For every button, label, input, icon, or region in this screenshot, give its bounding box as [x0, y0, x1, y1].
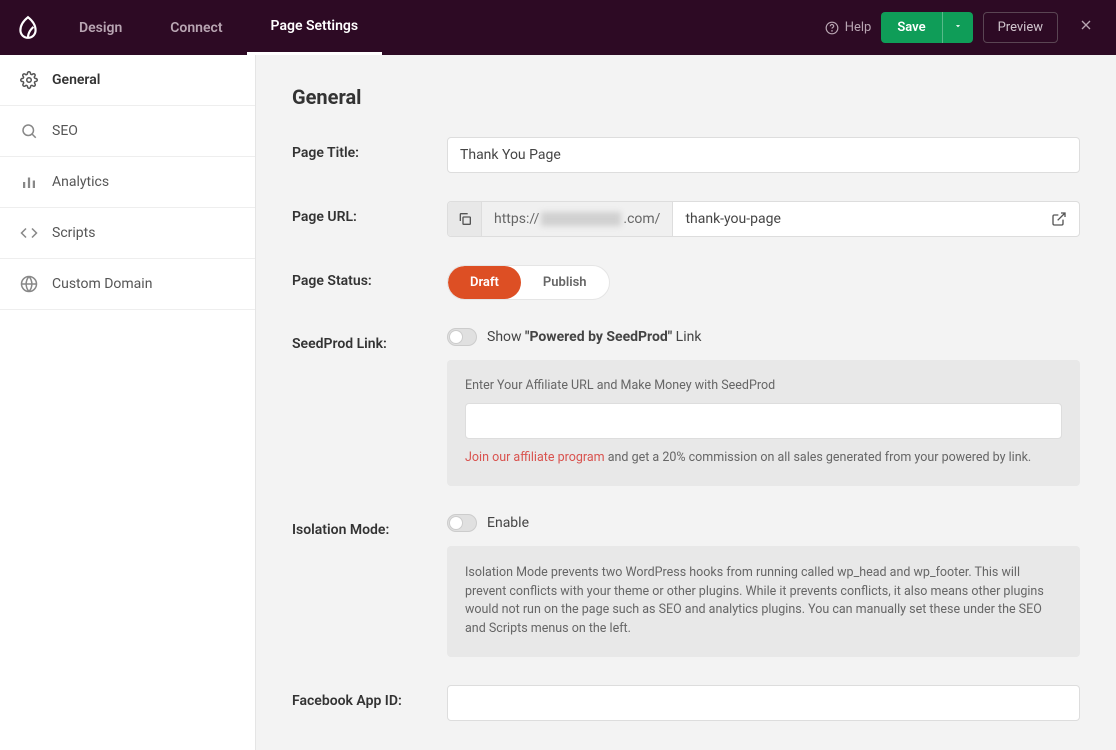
label-isolation-mode: Isolation Mode: — [292, 514, 447, 538]
sidebar-item-seo[interactable]: SEO — [0, 106, 255, 157]
topnav-design[interactable]: Design — [55, 0, 146, 55]
sidebar-item-analytics[interactable]: Analytics — [0, 157, 255, 208]
row-facebook-app-id: Facebook App ID: — [292, 685, 1080, 721]
save-dropdown-button[interactable] — [942, 12, 973, 43]
label-page-status: Page Status: — [292, 265, 447, 289]
topnav-page-settings[interactable]: Page Settings — [247, 0, 383, 55]
sidebar-label-seo: SEO — [52, 123, 78, 139]
topbar-right: Help Save Preview — [825, 9, 1116, 46]
label-seedprod-link: SeedProd Link: — [292, 328, 447, 352]
close-button[interactable] — [1068, 9, 1104, 46]
close-icon — [1078, 17, 1094, 33]
open-url-button[interactable] — [1039, 202, 1079, 236]
row-page-title: Page Title: — [292, 137, 1080, 173]
help-label: Help — [845, 20, 872, 35]
gear-icon — [20, 71, 38, 89]
row-isolation-mode: Isolation Mode: Enable Isolation Mode pr… — [292, 514, 1080, 657]
code-icon — [20, 224, 38, 242]
url-base: https://.com/ — [482, 202, 673, 236]
affiliate-program-link[interactable]: Join our affiliate program — [465, 450, 605, 465]
chart-icon — [20, 173, 38, 191]
input-page-title[interactable] — [447, 137, 1080, 173]
save-button[interactable]: Save — [881, 12, 941, 43]
row-page-url: Page URL: https://.com/ — [292, 201, 1080, 237]
status-toggle: Draft Publish — [447, 265, 610, 300]
help-link[interactable]: Help — [825, 20, 872, 35]
affiliate-box-label: Enter Your Affiliate URL and Make Money … — [465, 378, 1062, 393]
sidebar: General SEO Analytics Scripts Custom Dom… — [0, 55, 256, 750]
url-group: https://.com/ — [447, 201, 1080, 237]
chevron-down-icon — [953, 21, 963, 31]
row-page-status: Page Status: Draft Publish — [292, 265, 1080, 300]
topbar: Design Connect Page Settings Help Save P… — [0, 0, 1116, 55]
sidebar-item-custom-domain[interactable]: Custom Domain — [0, 259, 255, 310]
copy-url-button[interactable] — [448, 202, 482, 236]
status-draft[interactable]: Draft — [448, 266, 521, 299]
sidebar-label-scripts: Scripts — [52, 225, 95, 241]
label-facebook-app-id: Facebook App ID: — [292, 685, 447, 709]
external-link-icon — [1051, 211, 1067, 227]
isolation-info-box: Isolation Mode prevents two WordPress ho… — [447, 546, 1080, 657]
toggle-isolation-label: Enable — [487, 515, 529, 531]
copy-icon — [457, 211, 473, 227]
section-title: General — [292, 85, 1080, 109]
topnav-connect[interactable]: Connect — [146, 0, 246, 55]
label-page-url: Page URL: — [292, 201, 447, 225]
affiliate-help-text: Join our affiliate program and get a 20%… — [465, 449, 1062, 468]
toggle-isolation-mode[interactable] — [447, 514, 477, 532]
sidebar-label-custom-domain: Custom Domain — [52, 276, 152, 292]
logo — [0, 0, 55, 55]
globe-icon — [20, 275, 38, 293]
help-icon — [825, 21, 839, 35]
toggle-seedprod-link[interactable] — [447, 328, 477, 346]
isolation-description: Isolation Mode prevents two WordPress ho… — [465, 564, 1062, 639]
input-url-slug[interactable] — [673, 202, 1039, 236]
toggle-seedprod-label: Show "Powered by SeedProd" Link — [487, 329, 701, 345]
row-seedprod-link: SeedProd Link: Show "Powered by SeedProd… — [292, 328, 1080, 486]
affiliate-box: Enter Your Affiliate URL and Make Money … — [447, 360, 1080, 486]
input-facebook-app-id[interactable] — [447, 685, 1080, 721]
sidebar-label-analytics: Analytics — [52, 174, 109, 190]
preview-button[interactable]: Preview — [983, 12, 1058, 43]
sidebar-item-scripts[interactable]: Scripts — [0, 208, 255, 259]
main-content: General Page Title: Page URL: https://.c… — [256, 55, 1116, 750]
save-button-group: Save — [881, 12, 972, 43]
status-publish[interactable]: Publish — [521, 266, 609, 299]
input-affiliate-url[interactable] — [465, 403, 1062, 439]
search-icon — [20, 122, 38, 140]
sidebar-item-general[interactable]: General — [0, 55, 255, 106]
topnav: Design Connect Page Settings — [55, 0, 382, 55]
label-page-title: Page Title: — [292, 137, 447, 161]
url-domain-blurred — [541, 212, 621, 226]
sidebar-label-general: General — [52, 72, 100, 88]
